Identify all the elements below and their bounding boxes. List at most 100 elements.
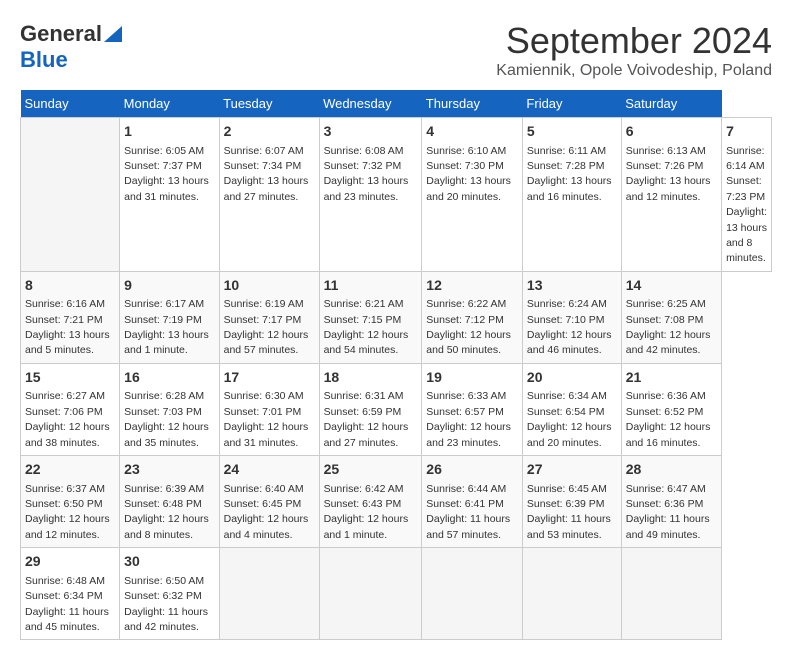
calendar-cell: 25 Sunrise: 6:42 AMSunset: 6:43 PMDayligh… bbox=[319, 456, 422, 548]
day-number: 20 bbox=[527, 368, 617, 388]
calendar-cell: 10Sunrise: 6:19 AMSunset: 7:17 PMDayligh… bbox=[219, 271, 319, 363]
day-info: Sunrise: 6:37 AMSunset: 6:50 PMDaylight:… bbox=[25, 483, 110, 541]
day-info: Sunrise: 6:47 AMSunset: 6:36 PMDaylight:… bbox=[626, 483, 710, 541]
calendar-cell: 16Sunrise: 6:28 AMSunset: 7:03 PMDayligh… bbox=[120, 363, 219, 455]
day-number: 24 bbox=[224, 460, 315, 480]
calendar-cell: 28 Sunrise: 6:47 AMSunset: 6:36 PMDayligh… bbox=[621, 456, 721, 548]
day-info: Sunrise: 6:45 AMSunset: 6:39 PMDaylight:… bbox=[527, 483, 611, 541]
day-number: 6 bbox=[626, 122, 717, 142]
day-number: 7 bbox=[726, 122, 767, 142]
day-info: Sunrise: 6:25 AMSunset: 7:08 PMDaylight:… bbox=[626, 298, 711, 356]
day-number: 22 bbox=[25, 460, 115, 480]
day-number: 30 bbox=[124, 552, 214, 572]
calendar-cell: 7Sunrise: 6:14 AMSunset: 7:23 PMDaylight… bbox=[722, 118, 772, 272]
day-info: Sunrise: 6:39 AMSunset: 6:48 PMDaylight:… bbox=[124, 483, 209, 541]
calendar-cell: 1Sunrise: 6:05 AMSunset: 7:37 PMDaylight… bbox=[120, 118, 219, 272]
calendar-week-row: 22 Sunrise: 6:37 AMSunset: 6:50 PMDayligh… bbox=[21, 456, 772, 548]
day-number: 17 bbox=[224, 368, 315, 388]
day-number: 10 bbox=[224, 276, 315, 296]
day-number: 23 bbox=[124, 460, 214, 480]
day-info: Sunrise: 6:33 AMSunset: 6:57 PMDaylight:… bbox=[426, 390, 511, 448]
day-info: Sunrise: 6:44 AMSunset: 6:41 PMDaylight:… bbox=[426, 483, 510, 541]
day-of-week-header: Thursday bbox=[422, 90, 523, 118]
logo-general: General bbox=[20, 21, 102, 47]
title-area: September 2024 Kamiennik, Opole Voivodes… bbox=[496, 20, 772, 80]
calendar-week-row: 29Sunrise: 6:48 AMSunset: 6:34 PMDayligh… bbox=[21, 548, 772, 640]
calendar-body: 1Sunrise: 6:05 AMSunset: 7:37 PMDaylight… bbox=[21, 118, 772, 640]
day-number: 27 bbox=[527, 460, 617, 480]
day-info: Sunrise: 6:17 AMSunset: 7:19 PMDaylight:… bbox=[124, 298, 209, 356]
location-subtitle: Kamiennik, Opole Voivodeship, Poland bbox=[496, 62, 772, 80]
calendar-cell: 2 Sunrise: 6:07 AMSunset: 7:34 PMDaylight… bbox=[219, 118, 319, 272]
day-of-week-header: Tuesday bbox=[219, 90, 319, 118]
day-number: 2 bbox=[224, 122, 315, 142]
day-number: 1 bbox=[124, 122, 214, 142]
calendar-cell: 18Sunrise: 6:31 AMSunset: 6:59 PMDayligh… bbox=[319, 363, 422, 455]
calendar-cell: 30 Sunrise: 6:50 AMSunset: 6:32 PMDayligh… bbox=[120, 548, 219, 640]
calendar-week-row: 1Sunrise: 6:05 AMSunset: 7:37 PMDaylight… bbox=[21, 118, 772, 272]
calendar-week-row: 15Sunrise: 6:27 AMSunset: 7:06 PMDayligh… bbox=[21, 363, 772, 455]
day-of-week-header: Friday bbox=[522, 90, 621, 118]
day-info: Sunrise: 6:36 AMSunset: 6:52 PMDaylight:… bbox=[626, 390, 711, 448]
day-info: Sunrise: 6:19 AMSunset: 7:17 PMDaylight:… bbox=[224, 298, 309, 356]
calendar-cell: 11Sunrise: 6:21 AMSunset: 7:15 PMDayligh… bbox=[319, 271, 422, 363]
calendar-table: SundayMondayTuesdayWednesdayThursdayFrid… bbox=[20, 90, 772, 640]
calendar-cell: 17Sunrise: 6:30 AMSunset: 7:01 PMDayligh… bbox=[219, 363, 319, 455]
day-info: Sunrise: 6:11 AMSunset: 7:28 PMDaylight:… bbox=[527, 145, 612, 203]
day-of-week-header: Monday bbox=[120, 90, 219, 118]
day-info: Sunrise: 6:40 AMSunset: 6:45 PMDaylight:… bbox=[224, 483, 309, 541]
day-info: Sunrise: 6:21 AMSunset: 7:15 PMDaylight:… bbox=[324, 298, 409, 356]
day-number: 19 bbox=[426, 368, 518, 388]
calendar-cell: 15Sunrise: 6:27 AMSunset: 7:06 PMDayligh… bbox=[21, 363, 120, 455]
calendar-cell: 29Sunrise: 6:48 AMSunset: 6:34 PMDayligh… bbox=[21, 548, 120, 640]
calendar-cell: 23 Sunrise: 6:39 AMSunset: 6:48 PMDayligh… bbox=[120, 456, 219, 548]
calendar-week-row: 8Sunrise: 6:16 AMSunset: 7:21 PMDaylight… bbox=[21, 271, 772, 363]
day-of-week-header: Sunday bbox=[21, 90, 120, 118]
calendar-cell: 4Sunrise: 6:10 AMSunset: 7:30 PMDaylight… bbox=[422, 118, 523, 272]
day-info: Sunrise: 6:07 AMSunset: 7:34 PMDaylight:… bbox=[224, 145, 309, 203]
calendar-cell: 22 Sunrise: 6:37 AMSunset: 6:50 PMDayligh… bbox=[21, 456, 120, 548]
calendar-cell: 6 Sunrise: 6:13 AMSunset: 7:26 PMDaylight… bbox=[621, 118, 721, 272]
day-info: Sunrise: 6:34 AMSunset: 6:54 PMDaylight:… bbox=[527, 390, 612, 448]
day-info: Sunrise: 6:27 AMSunset: 7:06 PMDaylight:… bbox=[25, 390, 110, 448]
day-info: Sunrise: 6:13 AMSunset: 7:26 PMDaylight:… bbox=[626, 145, 711, 203]
day-number: 5 bbox=[527, 122, 617, 142]
day-of-week-header: Saturday bbox=[621, 90, 721, 118]
day-info: Sunrise: 6:24 AMSunset: 7:10 PMDaylight:… bbox=[527, 298, 612, 356]
calendar-cell bbox=[319, 548, 422, 640]
day-info: Sunrise: 6:28 AMSunset: 7:03 PMDaylight:… bbox=[124, 390, 209, 448]
day-number: 4 bbox=[426, 122, 518, 142]
day-number: 28 bbox=[626, 460, 717, 480]
day-number: 29 bbox=[25, 552, 115, 572]
day-info: Sunrise: 6:08 AMSunset: 7:32 PMDaylight:… bbox=[324, 145, 409, 203]
day-info: Sunrise: 6:50 AMSunset: 6:32 PMDaylight:… bbox=[124, 575, 208, 633]
calendar-cell: 9Sunrise: 6:17 AMSunset: 7:19 PMDaylight… bbox=[120, 271, 219, 363]
calendar-cell bbox=[422, 548, 523, 640]
day-number: 25 bbox=[324, 460, 418, 480]
calendar-cell: 20Sunrise: 6:34 AMSunset: 6:54 PMDayligh… bbox=[522, 363, 621, 455]
logo: General Blue bbox=[20, 20, 122, 73]
header: General Blue September 2024 Kamiennik, O… bbox=[20, 20, 772, 80]
calendar-cell: 5 Sunrise: 6:11 AMSunset: 7:28 PMDaylight… bbox=[522, 118, 621, 272]
calendar-cell: 19Sunrise: 6:33 AMSunset: 6:57 PMDayligh… bbox=[422, 363, 523, 455]
day-info: Sunrise: 6:42 AMSunset: 6:43 PMDaylight:… bbox=[324, 483, 409, 541]
day-number: 16 bbox=[124, 368, 214, 388]
day-number: 18 bbox=[324, 368, 418, 388]
day-info: Sunrise: 6:22 AMSunset: 7:12 PMDaylight:… bbox=[426, 298, 511, 356]
calendar-cell bbox=[522, 548, 621, 640]
day-number: 15 bbox=[25, 368, 115, 388]
day-number: 9 bbox=[124, 276, 214, 296]
calendar-cell: 3 Sunrise: 6:08 AMSunset: 7:32 PMDaylight… bbox=[319, 118, 422, 272]
day-number: 14 bbox=[626, 276, 717, 296]
calendar-header-row: SundayMondayTuesdayWednesdayThursdayFrid… bbox=[21, 90, 772, 118]
calendar-cell bbox=[621, 548, 721, 640]
day-info: Sunrise: 6:30 AMSunset: 7:01 PMDaylight:… bbox=[224, 390, 309, 448]
day-info: Sunrise: 6:31 AMSunset: 6:59 PMDaylight:… bbox=[324, 390, 409, 448]
calendar-cell bbox=[219, 548, 319, 640]
day-number: 3 bbox=[324, 122, 418, 142]
calendar-cell: 26Sunrise: 6:44 AMSunset: 6:41 PMDayligh… bbox=[422, 456, 523, 548]
calendar-cell: 24 Sunrise: 6:40 AMSunset: 6:45 PMDayligh… bbox=[219, 456, 319, 548]
calendar-cell: 13Sunrise: 6:24 AMSunset: 7:10 PMDayligh… bbox=[522, 271, 621, 363]
logo-blue: Blue bbox=[20, 47, 68, 72]
calendar-cell: 12Sunrise: 6:22 AMSunset: 7:12 PMDayligh… bbox=[422, 271, 523, 363]
